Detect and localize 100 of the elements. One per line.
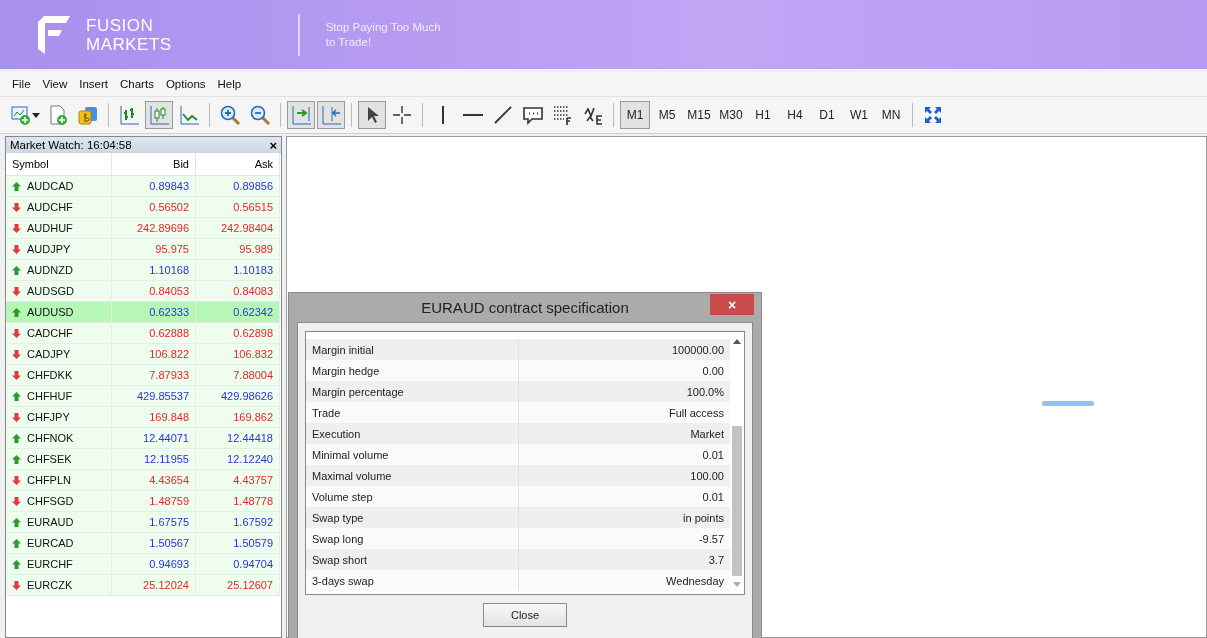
ask-cell: 0.94704 bbox=[196, 554, 280, 575]
timeframe-button[interactable]: M30 bbox=[716, 101, 746, 129]
bid-cell: 0.94693 bbox=[112, 554, 196, 575]
timeframe-button[interactable]: D1 bbox=[812, 101, 842, 129]
symbol-cell[interactable]: EURCHF bbox=[6, 554, 112, 575]
up-arrow-icon bbox=[12, 307, 21, 317]
menu-item[interactable]: View bbox=[36, 78, 74, 90]
menu-item[interactable]: Insert bbox=[73, 78, 114, 90]
loading-bar bbox=[1042, 401, 1094, 406]
symbol-cell[interactable]: AUDCHF bbox=[6, 197, 112, 218]
symbol-cell[interactable]: EURCAD bbox=[6, 533, 112, 554]
symbol-cell[interactable]: CHFPLN bbox=[6, 470, 112, 491]
up-arrow-icon bbox=[12, 181, 21, 191]
bid-cell: 1.10168 bbox=[112, 260, 196, 281]
symbol-cell[interactable]: CHFSEK bbox=[6, 449, 112, 470]
down-arrow-icon bbox=[12, 349, 21, 359]
bid-cell: 4.43654 bbox=[112, 470, 196, 491]
menu-item[interactable]: Help bbox=[211, 78, 248, 90]
symbol-cell[interactable]: CHFJPY bbox=[6, 407, 112, 428]
timeframe-button[interactable]: M5 bbox=[652, 101, 682, 129]
timeframe-button[interactable]: W1 bbox=[844, 101, 874, 129]
spec-value: in points bbox=[519, 507, 730, 528]
spec-value: Market bbox=[519, 423, 730, 444]
zoom-in-icon bbox=[219, 104, 241, 126]
spec-name: Volume step bbox=[306, 486, 519, 507]
fullscreen-icon bbox=[922, 104, 944, 126]
bid-cell: 7.87933 bbox=[112, 365, 196, 386]
bid-cell: 0.56502 bbox=[112, 197, 196, 218]
timeframe-button[interactable]: M15 bbox=[684, 101, 714, 129]
down-arrow-icon bbox=[12, 223, 21, 233]
symbol-cell[interactable]: EURCZK bbox=[6, 575, 112, 596]
line-chart-icon bbox=[178, 104, 200, 126]
close-button[interactable]: × bbox=[710, 294, 754, 315]
menu-item[interactable]: File bbox=[6, 78, 37, 90]
bid-cell: 1.48759 bbox=[112, 491, 196, 512]
symbol-cell[interactable]: EURAUD bbox=[6, 512, 112, 533]
zoom-out-icon bbox=[249, 104, 271, 126]
symbol-cell[interactable]: AUDCAD bbox=[6, 176, 112, 197]
symbol-cell[interactable]: CADJPY bbox=[6, 344, 112, 365]
auto-scroll-icon bbox=[290, 104, 312, 126]
spec-name: Execution bbox=[306, 423, 519, 444]
spec-value: 100.00 bbox=[519, 465, 730, 486]
timeframe-button[interactable]: MN bbox=[876, 101, 906, 129]
ask-cell: 1.50579 bbox=[196, 533, 280, 554]
ask-cell: 0.62342 bbox=[196, 302, 280, 323]
dropdown-caret-icon[interactable] bbox=[32, 112, 40, 118]
bid-cell: 0.62888 bbox=[112, 323, 196, 344]
timeframe-button[interactable]: H1 bbox=[748, 101, 778, 129]
bid-cell: 12.11955 bbox=[112, 449, 196, 470]
symbol-cell[interactable]: AUDNZD bbox=[6, 260, 112, 281]
symbol-cell[interactable]: AUDUSD bbox=[6, 302, 112, 323]
timeframe-button[interactable]: H4 bbox=[780, 101, 810, 129]
bid-cell: 0.84053 bbox=[112, 281, 196, 302]
spec-name: 3-days swap bbox=[306, 570, 519, 591]
symbol-cell[interactable]: CADCHF bbox=[6, 323, 112, 344]
up-arrow-icon bbox=[12, 433, 21, 443]
symbol-cell[interactable]: CHFHUF bbox=[6, 386, 112, 407]
ask-cell: 1.67592 bbox=[196, 512, 280, 533]
spec-name: Maximal volume bbox=[306, 465, 519, 486]
down-arrow-icon bbox=[12, 202, 21, 212]
spec-name: Margin initial bbox=[306, 339, 519, 360]
up-arrow-icon bbox=[12, 391, 21, 401]
symbol-cell[interactable]: CHFSGD bbox=[6, 491, 112, 512]
symbol-cell[interactable]: CHFDKK bbox=[6, 365, 112, 386]
ask-cell: 429.98626 bbox=[196, 386, 280, 407]
spec-name: Swap long bbox=[306, 528, 519, 549]
down-arrow-icon bbox=[12, 580, 21, 590]
spec-value: 100000.00 bbox=[519, 339, 730, 360]
ask-cell: 0.89856 bbox=[196, 176, 280, 197]
spec-value: Wednesday bbox=[519, 570, 730, 591]
timeframe-button[interactable]: M1 bbox=[620, 101, 650, 129]
ask-cell: 0.56515 bbox=[196, 197, 280, 218]
dialog-title: EURAUD contract specification bbox=[421, 299, 629, 316]
menu-item[interactable]: Charts bbox=[114, 78, 160, 90]
down-arrow-icon bbox=[12, 370, 21, 380]
down-arrow-icon bbox=[12, 244, 21, 254]
menu-item[interactable]: Options bbox=[159, 78, 212, 90]
horizontal-line-icon bbox=[463, 114, 483, 116]
symbol-cell[interactable]: AUDHUF bbox=[6, 218, 112, 239]
close-button[interactable]: × bbox=[269, 137, 277, 153]
spec-value: 3.7 bbox=[519, 549, 730, 570]
chart-shift-icon bbox=[320, 104, 342, 126]
symbol-cell[interactable]: CHFNOK bbox=[6, 428, 112, 449]
comment-icon bbox=[522, 104, 544, 126]
vertical-line-icon bbox=[442, 106, 444, 124]
symbol-cell[interactable]: AUDSGD bbox=[6, 281, 112, 302]
close-button[interactable]: Close bbox=[483, 603, 567, 627]
spec-name: Swap short bbox=[306, 549, 519, 570]
symbol-cell[interactable]: AUDJPY bbox=[6, 239, 112, 260]
ask-cell: 4.43757 bbox=[196, 470, 280, 491]
ask-cell: 1.10183 bbox=[196, 260, 280, 281]
ask-cell: 0.62898 bbox=[196, 323, 280, 344]
toolbar-button[interactable] bbox=[358, 101, 386, 129]
spec-name: Minimal volume bbox=[306, 444, 519, 465]
bid-cell: 1.67575 bbox=[112, 512, 196, 533]
spec-name: Margin hedge bbox=[306, 360, 519, 381]
brand-name: FUSION bbox=[86, 15, 155, 35]
bid-cell: 25.12024 bbox=[112, 575, 196, 596]
new-chart-icon bbox=[10, 104, 32, 126]
up-arrow-icon bbox=[12, 559, 21, 569]
